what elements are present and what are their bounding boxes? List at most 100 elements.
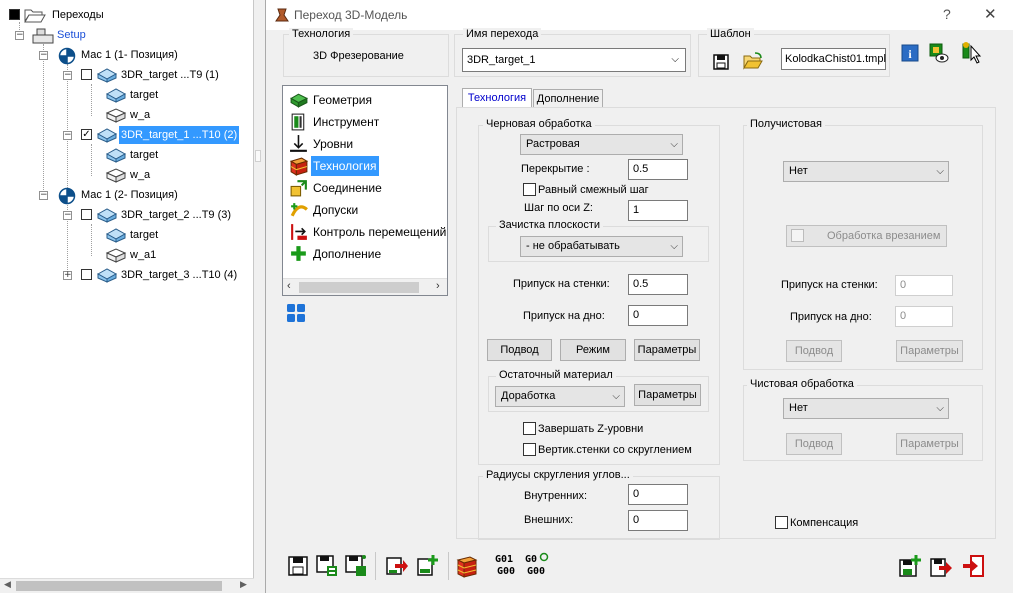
scroll-thumb[interactable] [299,282,419,293]
open-template-icon[interactable] [742,51,764,71]
scroll-right-icon[interactable]: › [436,280,440,292]
nav-horizontal-scrollbar[interactable]: ‹ › [283,278,447,295]
help-button[interactable]: ? [943,6,951,22]
pos1-expander[interactable]: − [39,51,48,60]
toolbar-separator [448,552,449,580]
g01-label[interactable]: G01 [495,554,513,565]
vertical-walls-checkbox[interactable] [523,443,536,456]
target-model-icon [105,148,127,163]
op3-checkbox[interactable] [81,209,92,220]
scroll-left-icon[interactable]: ‹ [287,280,291,292]
close-button[interactable]: ✕ [984,5,997,23]
nav-item-label: Уровни [313,137,354,151]
tree-op-3[interactable]: 3DR_target_2 ...T9 (3) [121,206,231,224]
finish-z-levels-label: Завершать Z-уровни [538,423,644,435]
zstep-label: Шаг по оси Z: [524,202,593,214]
save-template-icon[interactable] [712,53,730,71]
section-nav-list[interactable]: Геометрия Инструмент Уровни Технология Соеди… [282,85,448,296]
equal-step-checkbox[interactable] [523,183,536,196]
save-icon[interactable] [286,554,310,578]
tree-op2-target[interactable]: target [130,146,158,164]
inner-radius-input[interactable]: 0 [628,484,688,505]
save-and-add-icon[interactable] [898,554,922,578]
rest-material-select[interactable]: Доработка ⌵ [495,386,625,407]
op2-expander[interactable]: − [63,131,72,140]
pane-splitter[interactable] [254,0,265,593]
tree-op1-workpiece[interactable]: w_a [130,106,150,124]
finish-strategy-select[interactable]: Нет ⌵ [783,398,949,419]
wall-allowance-input[interactable]: 0.5 [628,274,688,295]
technology-value: 3D Фрезерование [313,50,404,62]
flat-cleanup-select[interactable]: - не обрабатывать ⌵ [520,236,683,257]
pos2-expander[interactable]: − [39,191,48,200]
technology-group-label: Технология [289,28,354,40]
toolbar-separator [375,552,376,580]
save-as-icon[interactable] [315,554,339,578]
inner-radius-label: Внутренних: [524,490,588,502]
rough-approach-button[interactable]: Подвод [487,339,552,361]
tree-root-label[interactable]: Переходы [52,6,104,24]
op1-checkbox[interactable] [81,69,92,80]
save-all-icon[interactable] [344,554,368,578]
outer-radius-input[interactable]: 0 [628,510,688,531]
rough-params-button[interactable]: Параметры [634,339,700,361]
stock-layers-icon[interactable] [455,554,479,578]
pick-pointer-icon[interactable] [960,40,984,64]
g00-label[interactable]: G00 [527,566,545,577]
exit-icon[interactable] [961,554,985,578]
app-icon [275,8,289,22]
compensation-checkbox[interactable] [775,516,788,529]
tree-op-4[interactable]: 3DR_target_3 ...T10 (4) [121,266,237,284]
tree-op-1[interactable]: 3DR_target ...T9 (1) [121,66,219,84]
overlap-input[interactable]: 0.5 [628,159,688,180]
info-icon[interactable]: i [901,44,919,62]
op4-checkbox[interactable] [81,269,92,280]
semifinish-floor-allowance-label: Припуск на дно: [790,311,872,323]
tab-technology[interactable]: Технология [462,88,532,108]
op3-expander[interactable]: − [63,211,72,220]
operation-name-combo[interactable]: 3DR_target_1 ⌵ [462,48,686,72]
mill-3d-icon [96,268,118,283]
scroll-thumb[interactable] [16,581,222,591]
rough-mode-button[interactable]: Режим [560,339,626,361]
root-checkbox[interactable] [9,9,20,20]
finish-z-levels-checkbox[interactable] [523,422,536,435]
nav-item-label: Инструмент [313,115,380,129]
tree-op3-workpiece[interactable]: w_a1 [130,246,156,264]
view-toolpath-icon[interactable] [928,42,950,64]
title-bar[interactable]: Переход 3D-Модель ? ✕ [266,0,1013,30]
operations-tree[interactable]: Переходы − Setup − Мас 1 (1- Позиция) − … [0,0,254,593]
scroll-right-icon[interactable]: ▶ [240,579,247,590]
rough-strategy-select[interactable]: Растровая ⌵ [520,134,683,155]
nav-item-label: Соединение [313,181,382,195]
rest-params-button[interactable]: Параметры [634,384,701,406]
tree-horizontal-scrollbar[interactable]: ◀ ▶ [0,578,254,593]
tree-op-2-selected[interactable]: 3DR_target_1 ...T10 (2) [119,126,240,144]
tree-op2-workpiece[interactable]: w_a [130,166,150,184]
semifinish-floor-allowance-input: 0 [895,306,953,327]
op4-expander[interactable]: + [63,271,72,280]
workpiece-icon [105,168,127,183]
setup-expander[interactable]: − [15,31,24,40]
tab-addition[interactable]: Дополнение [533,89,603,108]
semifinish-params-button: Параметры [896,340,963,362]
scroll-left-icon[interactable]: ◀ [4,579,11,590]
g00-label[interactable]: G00 [497,566,515,577]
g0-label[interactable]: G0 [525,554,537,565]
tree-position-1[interactable]: Мас 1 (1- Позиция) [81,46,178,64]
export-icon[interactable] [385,554,409,578]
layout-grid-icon[interactable] [286,303,306,323]
tree-position-2[interactable]: Мас 1 (2- Позиция) [81,186,178,204]
semifinish-strategy-select[interactable]: Нет ⌵ [783,161,949,182]
add-operation-icon[interactable] [416,554,440,578]
op1-expander[interactable]: − [63,71,72,80]
tree-setup-label[interactable]: Setup [57,26,86,44]
tree-op3-target[interactable]: target [130,226,158,244]
corner-radii-label: Радиусы скругления углов... [483,469,633,481]
zstep-input[interactable]: 1 [628,200,688,221]
template-file-field[interactable]: KolodkaChist01.tmpl [781,48,886,70]
tree-op1-target[interactable]: target [130,86,158,104]
save-and-next-icon[interactable] [929,554,953,578]
op2-checkbox[interactable]: ✓ [81,129,92,140]
floor-allowance-input[interactable]: 0 [628,305,688,326]
